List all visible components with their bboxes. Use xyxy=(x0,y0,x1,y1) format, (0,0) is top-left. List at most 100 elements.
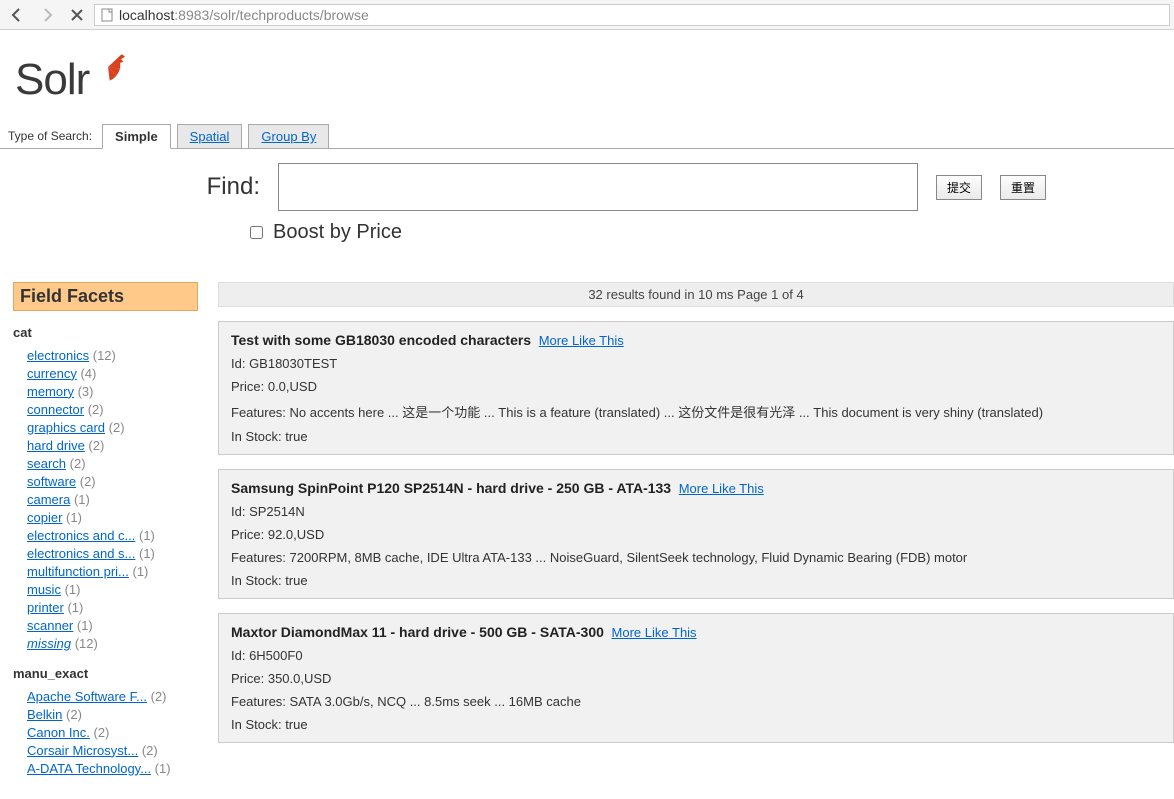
logo-swirl-icon xyxy=(91,50,125,87)
facet-item: electronics and s... (1) xyxy=(27,544,198,562)
find-label: Find: xyxy=(0,173,260,201)
solr-logo: Solr xyxy=(15,50,1159,105)
boost-by-price-label: Boost by Price xyxy=(273,221,402,244)
facet-count: (2) xyxy=(84,402,104,417)
submit-button[interactable]: 提交 xyxy=(936,175,982,200)
facet-item: connector (2) xyxy=(27,400,198,418)
facet-link[interactable]: search xyxy=(27,456,66,471)
facet-group-title: cat xyxy=(13,325,198,340)
facet-item: copier (1) xyxy=(27,508,198,526)
facet-item: A-DATA Technology... (1) xyxy=(27,759,198,777)
facet-link[interactable]: multifunction pri... xyxy=(27,564,129,579)
page-icon xyxy=(99,7,115,23)
facet-count: (1) xyxy=(64,600,84,615)
facet-link[interactable]: currency xyxy=(27,366,77,381)
facet-item: Corsair Microsyst... (2) xyxy=(27,741,198,759)
facet-count: (2) xyxy=(147,689,167,704)
browser-toolbar: localhost:8983/solr/techproducts/browse xyxy=(0,0,1174,30)
facet-link[interactable]: Corsair Microsyst... xyxy=(27,743,138,758)
logo-area: Solr xyxy=(0,30,1174,115)
result-item: Maxtor DiamondMax 11 - hard drive - 500 … xyxy=(218,613,1174,743)
facet-link[interactable]: Canon Inc. xyxy=(27,725,90,740)
result-stock: In Stock: true xyxy=(231,717,1161,732)
facet-link[interactable]: copier xyxy=(27,510,62,525)
facet-item: printer (1) xyxy=(27,598,198,616)
facet-count: (2) xyxy=(66,456,86,471)
result-id: Id: SP2514N xyxy=(231,504,1161,519)
result-price: Price: 92.0,USD xyxy=(231,527,1161,542)
facet-link[interactable]: scanner xyxy=(27,618,73,633)
facet-count: (2) xyxy=(85,438,105,453)
back-button[interactable] xyxy=(4,3,30,27)
facet-count: (1) xyxy=(151,761,171,776)
facet-link[interactable]: graphics card xyxy=(27,420,105,435)
result-title: Samsung SpinPoint P120 SP2514N - hard dr… xyxy=(231,480,671,496)
facet-link[interactable]: Apache Software F... xyxy=(27,689,147,704)
facet-item: memory (3) xyxy=(27,382,198,400)
field-facets-header: Field Facets xyxy=(13,282,198,311)
tab-group-by[interactable]: Group By xyxy=(248,124,329,149)
facet-item: electronics (12) xyxy=(27,346,198,364)
facet-link[interactable]: electronics xyxy=(27,348,89,363)
facet-link[interactable]: music xyxy=(27,582,61,597)
facets-sidebar: Field Facets catelectronics (12)currency… xyxy=(13,282,198,777)
result-title: Test with some GB18030 encoded character… xyxy=(231,332,531,348)
facet-count: (3) xyxy=(74,384,94,399)
result-item: Test with some GB18030 encoded character… xyxy=(218,321,1174,455)
facet-item: multifunction pri... (1) xyxy=(27,562,198,580)
result-features: Features: 7200RPM, 8MB cache, IDE Ultra … xyxy=(231,550,1161,565)
facet-item: camera (1) xyxy=(27,490,198,508)
result-stock: In Stock: true xyxy=(231,429,1161,444)
facet-item: music (1) xyxy=(27,580,198,598)
facet-link[interactable]: software xyxy=(27,474,76,489)
facet-count: (4) xyxy=(77,366,97,381)
search-input[interactable] xyxy=(278,163,918,211)
facet-count: (12) xyxy=(89,348,116,363)
result-title: Maxtor DiamondMax 11 - hard drive - 500 … xyxy=(231,624,604,640)
stop-button[interactable] xyxy=(64,3,90,27)
facet-group-title: manu_exact xyxy=(13,666,198,681)
facet-count: (1) xyxy=(129,564,149,579)
facet-item: missing (12) xyxy=(27,634,198,652)
facet-count: (1) xyxy=(62,510,82,525)
search-type-tabs-row: Type of Search: SimpleSpatialGroup By xyxy=(0,123,1174,149)
reset-button[interactable]: 重置 xyxy=(1000,175,1046,200)
result-stock: In Stock: true xyxy=(231,573,1161,588)
facet-link[interactable]: Belkin xyxy=(27,707,62,722)
facet-link[interactable]: A-DATA Technology... xyxy=(27,761,151,776)
facet-link[interactable]: hard drive xyxy=(27,438,85,453)
facet-item: Canon Inc. (2) xyxy=(27,723,198,741)
facet-count: (2) xyxy=(138,743,158,758)
facet-count: (2) xyxy=(62,707,82,722)
facet-count: (2) xyxy=(90,725,110,740)
facet-link[interactable]: electronics and s... xyxy=(27,546,135,561)
facet-link[interactable]: connector xyxy=(27,402,84,417)
tab-simple[interactable]: Simple xyxy=(102,124,171,149)
facet-link[interactable]: missing xyxy=(27,636,71,651)
more-like-this-link[interactable]: More Like This xyxy=(612,625,697,640)
more-like-this-link[interactable]: More Like This xyxy=(539,333,624,348)
logo-text: Solr xyxy=(15,55,89,105)
facet-link[interactable]: electronics and c... xyxy=(27,528,135,543)
facet-item: hard drive (2) xyxy=(27,436,198,454)
boost-by-price-checkbox[interactable] xyxy=(250,226,263,239)
forward-button[interactable] xyxy=(34,3,60,27)
result-id: Id: 6H500F0 xyxy=(231,648,1161,663)
facet-link[interactable]: printer xyxy=(27,600,64,615)
facet-count: (1) xyxy=(135,528,155,543)
more-like-this-link[interactable]: More Like This xyxy=(679,481,764,496)
facet-count: (2) xyxy=(105,420,125,435)
facet-item: Apache Software F... (2) xyxy=(27,687,198,705)
facet-count: (1) xyxy=(70,492,90,507)
result-item: Samsung SpinPoint P120 SP2514N - hard dr… xyxy=(218,469,1174,599)
tab-spatial[interactable]: Spatial xyxy=(177,124,243,149)
address-bar[interactable]: localhost:8983/solr/techproducts/browse xyxy=(94,4,1170,26)
facet-count: (1) xyxy=(135,546,155,561)
facet-item: software (2) xyxy=(27,472,198,490)
facet-count: (1) xyxy=(73,618,93,633)
facet-item: currency (4) xyxy=(27,364,198,382)
facet-count: (12) xyxy=(71,636,98,651)
result-price: Price: 350.0,USD xyxy=(231,671,1161,686)
facet-link[interactable]: camera xyxy=(27,492,70,507)
facet-link[interactable]: memory xyxy=(27,384,74,399)
